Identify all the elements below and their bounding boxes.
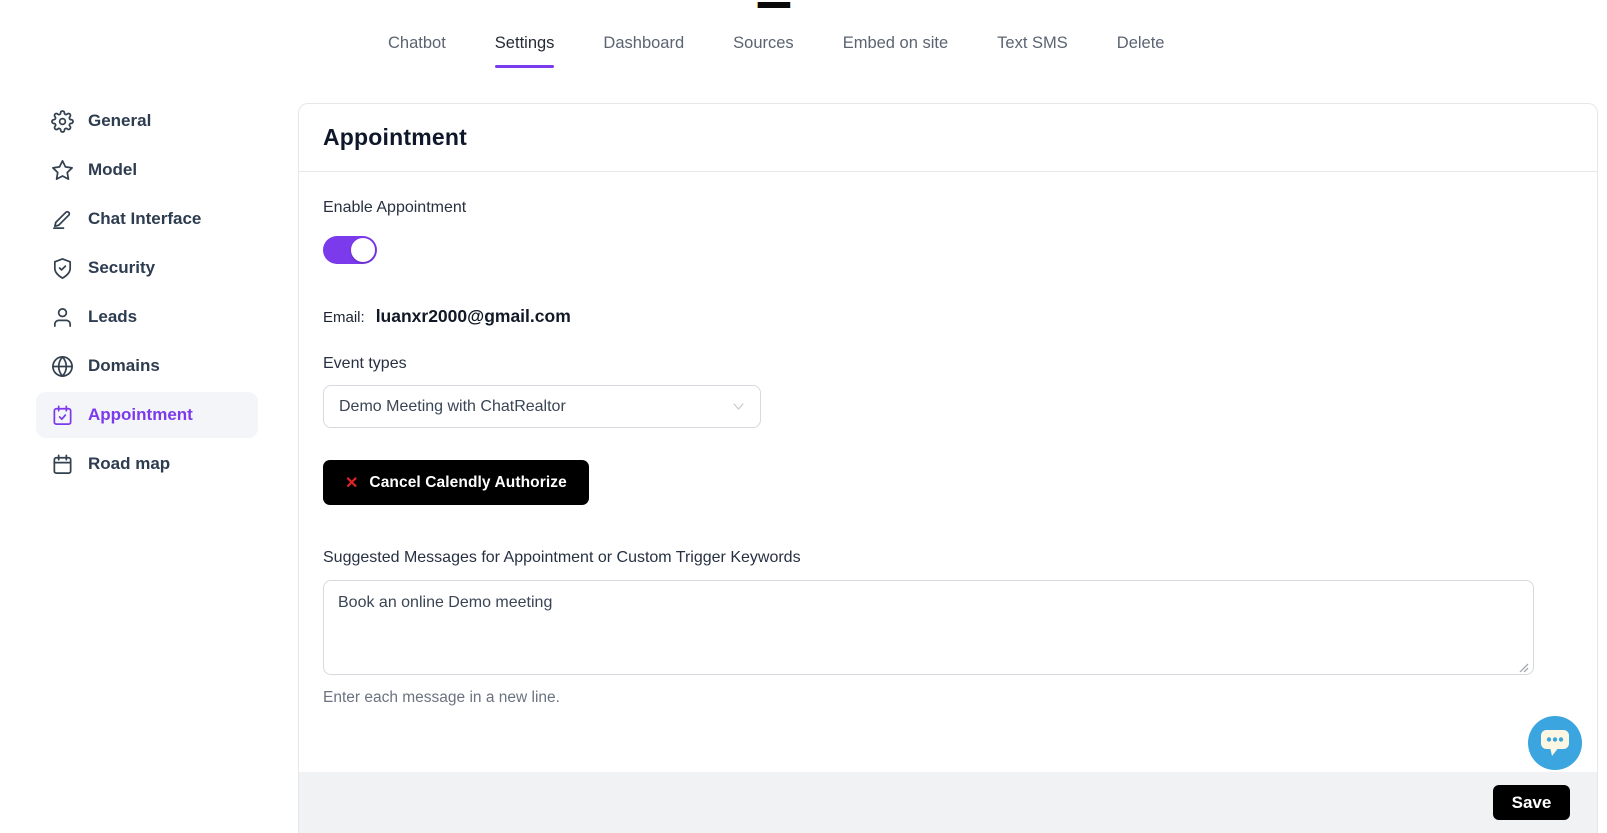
sidebar-item-appointment[interactable]: Appointment: [36, 392, 258, 438]
sidebar-item-label: Domains: [88, 356, 160, 376]
sidebar-item-model[interactable]: Model: [36, 147, 258, 193]
tab-chatbot[interactable]: Chatbot: [388, 34, 446, 53]
tab-text-sms[interactable]: Text SMS: [997, 34, 1068, 53]
panel-footer: Save: [299, 772, 1597, 833]
tab-settings[interactable]: Settings: [495, 34, 555, 53]
top-nav: Chatbot Settings Dashboard Sources Embed…: [388, 34, 1164, 53]
tab-delete[interactable]: Delete: [1117, 34, 1165, 53]
person-icon: [50, 305, 74, 329]
sidebar-item-security[interactable]: Security: [36, 245, 258, 291]
page-title: Appointment: [323, 124, 467, 151]
save-button[interactable]: Save: [1493, 785, 1570, 820]
cancel-calendly-authorize-label: Cancel Calendly Authorize: [369, 474, 566, 492]
sidebar-item-label: Chat Interface: [88, 209, 201, 229]
appointment-settings-panel: Appointment Enable Appointment Email: lu…: [298, 103, 1598, 833]
sidebar-item-label: Appointment: [88, 405, 193, 425]
settings-sidebar: General Model Chat Interface Security Le…: [36, 98, 258, 490]
x-icon: ✕: [345, 473, 358, 493]
suggested-messages-label: Suggested Messages for Appointment or Cu…: [323, 549, 1573, 567]
chat-widget-button[interactable]: [1528, 716, 1582, 770]
event-types-label: Event types: [323, 355, 1573, 373]
sidebar-item-label: Road map: [88, 454, 170, 474]
tab-sources[interactable]: Sources: [733, 34, 794, 53]
tab-embed-on-site[interactable]: Embed on site: [843, 34, 948, 53]
sidebar-item-label: Model: [88, 160, 137, 180]
cancel-calendly-authorize-button[interactable]: ✕ Cancel Calendly Authorize: [323, 460, 589, 505]
sidebar-item-road-map[interactable]: Road map: [36, 441, 258, 487]
calendar-icon: [50, 452, 74, 476]
sidebar-item-label: Leads: [88, 307, 137, 327]
enable-appointment-toggle[interactable]: [323, 236, 377, 264]
sidebar-item-label: General: [88, 111, 151, 131]
calendly-email-row: Email: luanxr2000@gmail.com: [323, 306, 1573, 327]
suggested-messages-help-text: Enter each message in a new line.: [323, 689, 1573, 707]
shield-check-icon: [50, 256, 74, 280]
globe-icon: [50, 354, 74, 378]
calendar-check-icon: [50, 403, 74, 427]
tab-dashboard[interactable]: Dashboard: [603, 34, 684, 53]
chevron-down-icon: [731, 399, 746, 414]
email-value: luanxr2000@gmail.com: [376, 306, 571, 327]
toggle-knob: [351, 238, 375, 262]
sidebar-item-label: Security: [88, 258, 155, 278]
top-marker: [757, 2, 791, 8]
sidebar-item-domains[interactable]: Domains: [36, 343, 258, 389]
enable-appointment-label: Enable Appointment: [323, 199, 1573, 217]
email-label: Email:: [323, 309, 365, 326]
chat-bubble-icon: [1536, 725, 1574, 761]
sidebar-item-chat-interface[interactable]: Chat Interface: [36, 196, 258, 242]
event-types-select[interactable]: Demo Meeting with ChatRealtor: [323, 385, 761, 428]
panel-header: Appointment: [299, 104, 1597, 172]
gear-icon: [50, 109, 74, 133]
event-types-selected-value: Demo Meeting with ChatRealtor: [339, 398, 566, 416]
pencil-icon: [50, 207, 74, 231]
suggested-messages-textarea[interactable]: Book an online Demo meeting: [323, 580, 1534, 675]
sidebar-item-general[interactable]: General: [36, 98, 258, 144]
star-icon: [50, 158, 74, 182]
sidebar-item-leads[interactable]: Leads: [36, 294, 258, 340]
